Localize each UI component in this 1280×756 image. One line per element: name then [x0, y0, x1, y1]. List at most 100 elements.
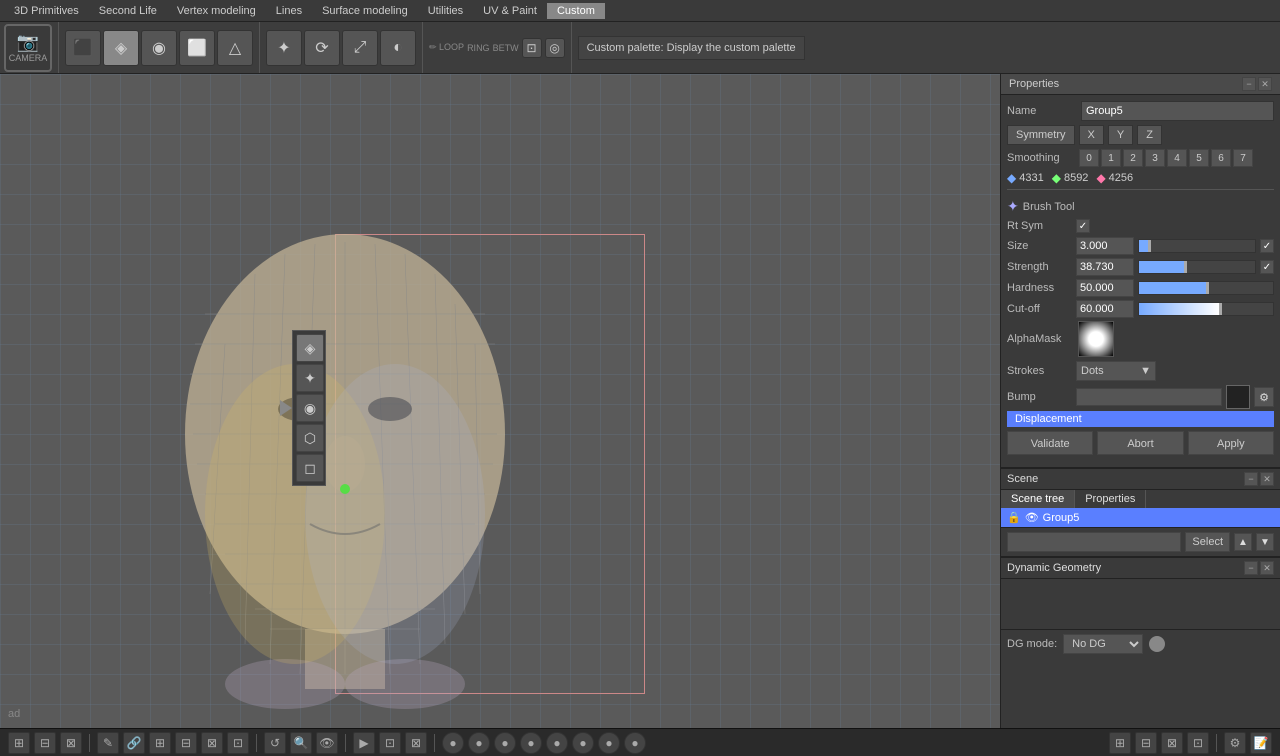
tool-cone[interactable]: △: [217, 30, 253, 66]
tab-scene-tree[interactable]: Scene tree: [1001, 490, 1075, 508]
bottom-tool-sphere5[interactable]: ●: [546, 732, 568, 754]
hardness-input[interactable]: [1076, 279, 1134, 297]
menu-surface-modeling[interactable]: Surface modeling: [312, 3, 418, 19]
smooth-0[interactable]: 0: [1079, 149, 1099, 167]
bottom-tool-rotate[interactable]: ↺: [264, 732, 286, 754]
sym-y-btn[interactable]: Y: [1108, 125, 1133, 145]
bottom-tool-settings3[interactable]: ⊠: [1161, 732, 1183, 754]
size-input[interactable]: [1076, 237, 1134, 255]
tool-select-mode[interactable]: ⊡: [522, 38, 542, 58]
bottom-tool-gear[interactable]: ⚙: [1224, 732, 1246, 754]
tool-symmetry-mode[interactable]: ◎: [545, 38, 565, 58]
strength-lock[interactable]: ✓: [1260, 260, 1274, 274]
smooth-7[interactable]: 7: [1233, 149, 1253, 167]
smooth-4[interactable]: 4: [1167, 149, 1187, 167]
bottom-tool-sphere2[interactable]: ●: [468, 732, 490, 754]
bottom-tool-grid5[interactable]: ⊟: [175, 732, 197, 754]
menu-vertex-modeling[interactable]: Vertex modeling: [167, 3, 266, 19]
sym-x-btn[interactable]: X: [1079, 125, 1104, 145]
bottom-tool-sphere4[interactable]: ●: [520, 732, 542, 754]
bottom-tool-settings2[interactable]: ⊟: [1135, 732, 1157, 754]
smooth-2[interactable]: 2: [1123, 149, 1143, 167]
bottom-tool-grid8[interactable]: ⊡: [379, 732, 401, 754]
properties-minimize-btn[interactable]: −: [1242, 77, 1256, 91]
abort-btn[interactable]: Abort: [1097, 431, 1183, 455]
float-tool-4[interactable]: ⬡: [296, 424, 324, 452]
properties-close-btn[interactable]: ✕: [1258, 77, 1272, 91]
smooth-5[interactable]: 5: [1189, 149, 1209, 167]
menu-uv-paint[interactable]: UV & Paint: [473, 3, 547, 19]
size-lock[interactable]: ✓: [1260, 239, 1274, 253]
bottom-tool-sphere7[interactable]: ●: [598, 732, 620, 754]
viewport[interactable]: ◈ ✦ ◉ ⬡ ◻ ad: [0, 74, 1000, 728]
bottom-tool-link[interactable]: 🔗: [123, 732, 145, 754]
camera-button[interactable]: 📷 CAMERA: [4, 24, 52, 72]
name-input[interactable]: [1081, 101, 1274, 121]
menu-custom[interactable]: Custom: [547, 3, 605, 19]
bump-extra-btn[interactable]: ⚙: [1254, 387, 1274, 407]
tab-properties[interactable]: Properties: [1075, 490, 1146, 508]
dg-close-btn[interactable]: ✕: [1260, 561, 1274, 575]
menu-3d-primitives[interactable]: 3D Primitives: [4, 3, 89, 19]
alphamask-preview[interactable]: [1078, 321, 1114, 357]
dg-mode-select[interactable]: No DG: [1063, 634, 1143, 654]
tool-sculpt3[interactable]: ⤢: [342, 30, 378, 66]
cutoff-input[interactable]: [1076, 300, 1134, 318]
size-slider[interactable]: [1138, 239, 1256, 253]
bottom-tool-edit[interactable]: ✎: [97, 732, 119, 754]
scene-select-btn[interactable]: Select: [1185, 532, 1230, 552]
tool-cylinder[interactable]: ⬜: [179, 30, 215, 66]
float-tool-2[interactable]: ✦: [296, 364, 324, 392]
smooth-1[interactable]: 1: [1101, 149, 1121, 167]
bump-preview[interactable]: [1226, 385, 1250, 409]
bottom-tool-zoom[interactable]: 🔍: [290, 732, 312, 754]
tool-sphere[interactable]: ◉: [141, 30, 177, 66]
bottom-tool-settings4[interactable]: ⊡: [1187, 732, 1209, 754]
bottom-tool-sphere6[interactable]: ●: [572, 732, 594, 754]
bottom-tool-grid4[interactable]: ⊞: [149, 732, 171, 754]
bottom-tool-settings1[interactable]: ⊞: [1109, 732, 1131, 754]
scene-nav-up[interactable]: ▲: [1234, 533, 1252, 551]
bottom-tool-grid9[interactable]: ⊠: [405, 732, 427, 754]
menu-lines[interactable]: Lines: [266, 3, 312, 19]
displacement-bar[interactable]: Displacement: [1007, 411, 1274, 427]
bottom-tool-sphere8[interactable]: ●: [624, 732, 646, 754]
menu-utilities[interactable]: Utilities: [418, 3, 473, 19]
bottom-tool-grid2[interactable]: ⊟: [34, 732, 56, 754]
menu-second-life[interactable]: Second Life: [89, 3, 167, 19]
symmetry-button[interactable]: Symmetry: [1007, 125, 1075, 145]
apply-btn[interactable]: Apply: [1188, 431, 1274, 455]
strokes-dropdown[interactable]: Dots ▼: [1076, 361, 1156, 381]
sym-z-btn[interactable]: Z: [1137, 125, 1162, 145]
strength-slider[interactable]: [1138, 260, 1256, 274]
dg-minimize-btn[interactable]: −: [1244, 561, 1258, 575]
strength-input[interactable]: [1076, 258, 1134, 276]
float-tool-5[interactable]: ◻: [296, 454, 324, 482]
tool-sculpt4[interactable]: ◐: [380, 30, 416, 66]
scene-nav-down[interactable]: ▼: [1256, 533, 1274, 551]
tool-box[interactable]: ⬛: [65, 30, 101, 66]
cutoff-slider[interactable]: [1138, 302, 1274, 316]
scene-close-btn[interactable]: ✕: [1260, 472, 1274, 486]
scene-group5-item[interactable]: 🔒 👁 Group5: [1001, 508, 1280, 527]
bottom-tool-sphere3[interactable]: ●: [494, 732, 516, 754]
scene-minimize-btn[interactable]: −: [1244, 472, 1258, 486]
bottom-tool-grid1[interactable]: ⊞: [8, 732, 30, 754]
smooth-6[interactable]: 6: [1211, 149, 1231, 167]
bottom-tool-grid6[interactable]: ⊠: [201, 732, 223, 754]
bottom-tool-eye[interactable]: 👁: [316, 732, 338, 754]
validate-btn[interactable]: Validate: [1007, 431, 1093, 455]
tool-cube[interactable]: ◈: [103, 30, 139, 66]
bottom-tool-sphere1[interactable]: ●: [442, 732, 464, 754]
hardness-slider[interactable]: [1138, 281, 1274, 295]
bottom-tool-grid3[interactable]: ⊠: [60, 732, 82, 754]
float-tool-1[interactable]: ◈: [296, 334, 324, 362]
bottom-tool-grid7[interactable]: ⊡: [227, 732, 249, 754]
scene-search-input[interactable]: [1007, 532, 1181, 552]
bottom-tool-play[interactable]: ▶: [353, 732, 375, 754]
smooth-3[interactable]: 3: [1145, 149, 1165, 167]
rt-sym-checkbox[interactable]: ✓: [1076, 219, 1090, 233]
tool-sculpt2[interactable]: ⟳: [304, 30, 340, 66]
bottom-tool-script[interactable]: 📝: [1250, 732, 1272, 754]
float-tool-3[interactable]: ◉: [296, 394, 324, 422]
